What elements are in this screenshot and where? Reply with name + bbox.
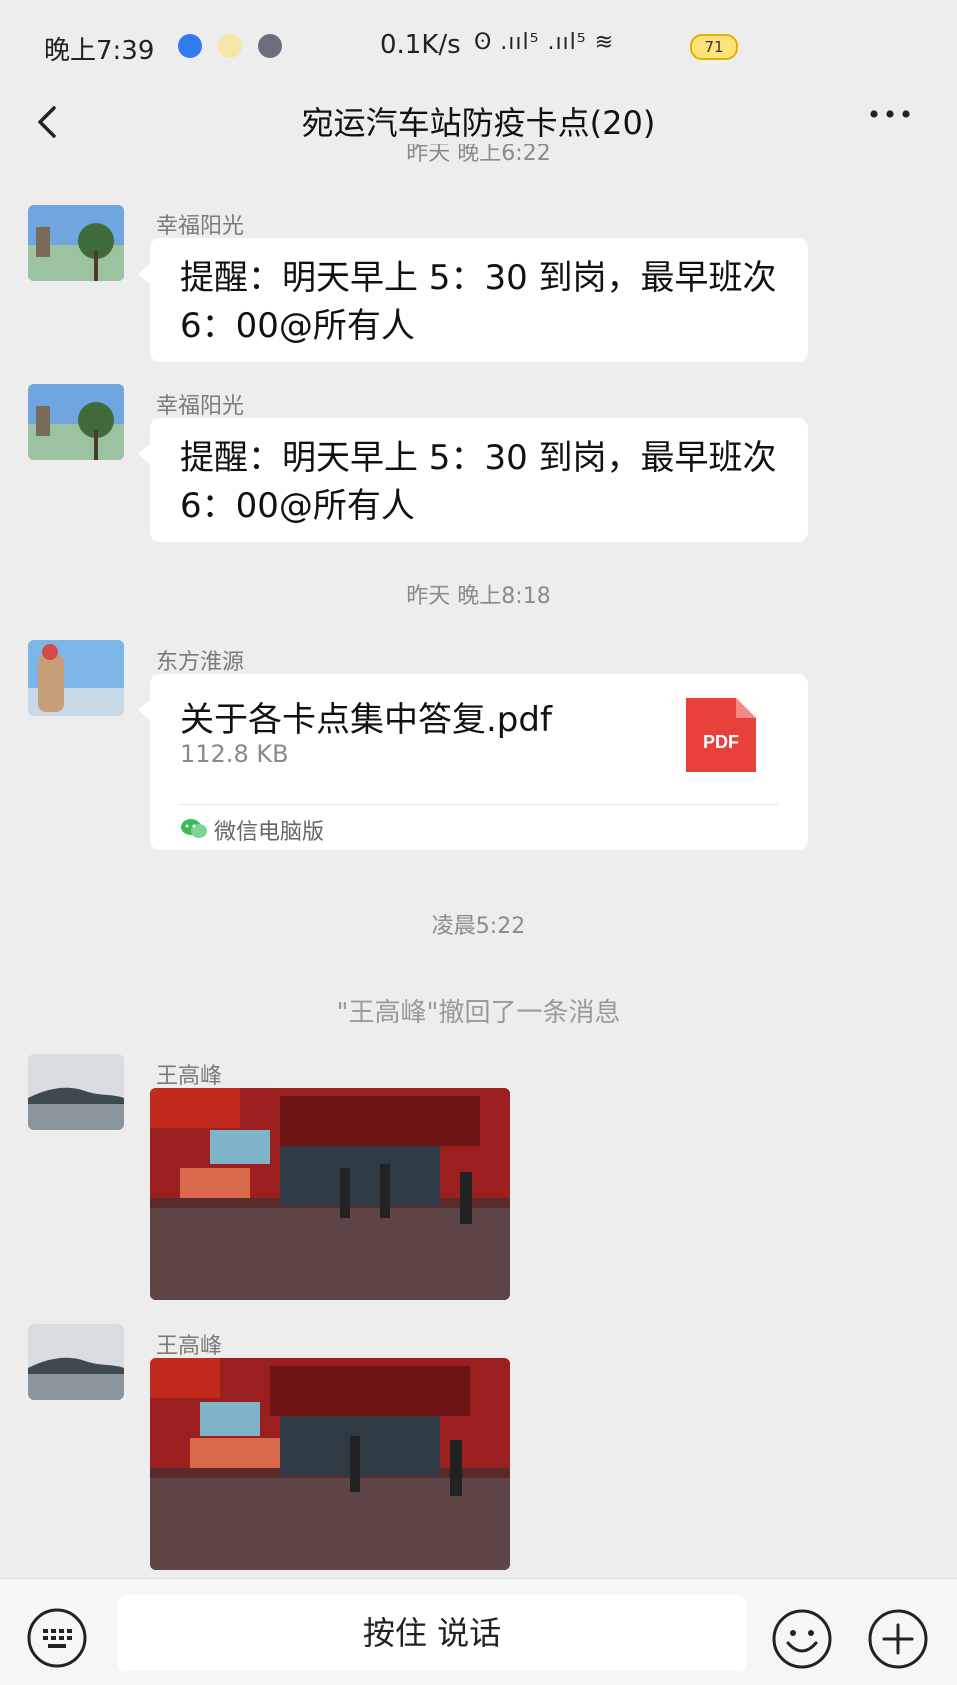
file-message[interactable]: 关于各卡点集中答复.pdf 112.8 KB PDF 微信电脑版 bbox=[138, 674, 808, 850]
more-button[interactable] bbox=[860, 94, 920, 150]
emoji-icon bbox=[772, 1609, 832, 1669]
wechat-pc-icon bbox=[180, 818, 208, 840]
avatar[interactable] bbox=[28, 1324, 124, 1400]
app-notification-icon bbox=[178, 34, 202, 58]
avatar[interactable] bbox=[28, 205, 124, 281]
input-bar: 按住 说话 bbox=[0, 1578, 957, 1685]
keyboard-button[interactable] bbox=[26, 1607, 88, 1669]
pdf-badge-label: PDF bbox=[703, 732, 739, 752]
plus-icon bbox=[868, 1609, 928, 1669]
hold-to-talk-button[interactable]: 按住 说话 bbox=[118, 1595, 746, 1671]
more-icon bbox=[870, 110, 910, 118]
signal-icons: ʘ .ııl⁵ .ııl⁵ ≋ bbox=[474, 30, 615, 55]
sender-name: 东方淮源 bbox=[156, 650, 245, 675]
status-time: 晚上7:39 bbox=[44, 36, 155, 66]
back-icon bbox=[38, 106, 56, 138]
sender-name: 王高峰 bbox=[156, 1064, 223, 1089]
pdf-file-icon: PDF bbox=[686, 698, 756, 772]
message-bubble[interactable]: 提醒：明天早上 5：30 到岗，最早班次 6：00@所有人 bbox=[138, 418, 808, 542]
message-timestamp: 昨天 晚上6:22 bbox=[406, 144, 551, 162]
app-notification-icon bbox=[258, 34, 282, 58]
keyboard-icon bbox=[27, 1608, 87, 1668]
image-message[interactable] bbox=[150, 1358, 510, 1570]
emoji-button[interactable] bbox=[770, 1607, 834, 1671]
sender-name: 王高峰 bbox=[156, 1334, 223, 1359]
message-timestamp: 昨天 晚上8:18 bbox=[406, 584, 551, 609]
file-size: 112.8 KB bbox=[180, 740, 289, 768]
file-name: 关于各卡点集中答复.pdf bbox=[180, 700, 552, 740]
sender-name: 幸福阳光 bbox=[156, 214, 245, 239]
avatar[interactable] bbox=[28, 384, 124, 460]
file-source: 微信电脑版 bbox=[214, 820, 325, 845]
weather-icon bbox=[218, 34, 242, 58]
status-bar: 晚上7:39 0.1K/s ʘ .ııl⁵ .ııl⁵ ≋ 71 bbox=[0, 0, 957, 92]
avatar[interactable] bbox=[28, 640, 124, 716]
network-speed: 0.1K/s bbox=[380, 30, 461, 60]
avatar[interactable] bbox=[28, 1054, 124, 1130]
battery-indicator: 71 bbox=[690, 34, 738, 60]
message-timestamp: 凌晨5:22 bbox=[431, 914, 526, 939]
sender-name: 幸福阳光 bbox=[156, 394, 245, 419]
message-bubble[interactable]: 提醒：明天早上 5：30 到岗，最早班次 6：00@所有人 bbox=[138, 238, 808, 362]
chat-title: 宛运汽车站防疫卡点(20) bbox=[301, 104, 656, 142]
more-functions-button[interactable] bbox=[866, 1607, 930, 1671]
recall-notice: "王高峰"撤回了一条消息 bbox=[336, 998, 621, 1028]
back-button[interactable] bbox=[28, 94, 68, 150]
image-message[interactable] bbox=[150, 1088, 510, 1300]
divider bbox=[180, 804, 778, 805]
